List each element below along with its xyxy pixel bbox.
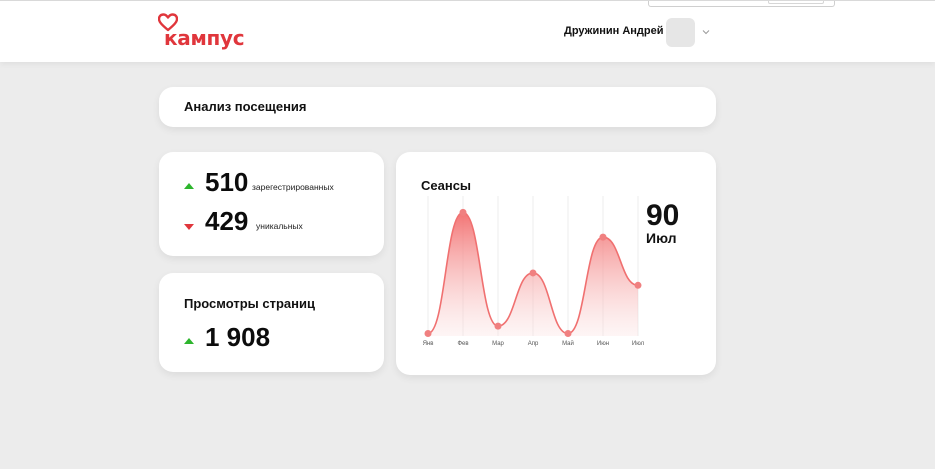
data-point-Май[interactable] [564, 330, 572, 338]
page-views-title: Просмотры страниц [184, 296, 315, 311]
page-views-card: Просмотры страниц 1 908 [159, 273, 384, 372]
data-point-Мар[interactable] [494, 322, 502, 330]
data-point-Фев[interactable] [459, 208, 467, 216]
top-dropdown-panel [648, 1, 835, 7]
data-point-Июл[interactable] [634, 281, 642, 289]
sessions-chart-card: Сеансы Янв Фев Мар Апр Май Июн Июл 90 Июл [396, 152, 716, 375]
data-point-Июн[interactable] [599, 233, 607, 241]
data-point-Апр[interactable] [529, 269, 537, 277]
registered-value: 510 [205, 167, 249, 197]
x-tick-label: Апр [528, 341, 539, 347]
logo[interactable]: кампус [158, 13, 248, 49]
data-point-Янв[interactable] [424, 330, 432, 338]
unique-label: уникальных [256, 221, 303, 231]
logo-text: кампус [164, 26, 245, 50]
x-tick-label: Фев [457, 341, 468, 347]
x-tick-label: Янв [423, 341, 434, 347]
trend-down-icon [184, 224, 194, 230]
trend-up-icon [184, 338, 194, 344]
page-views-value: 1 908 [205, 322, 271, 352]
registered-label: зарегестрированных [252, 182, 334, 192]
page-title: Анализ посещения [184, 99, 307, 114]
trend-up-icon [184, 183, 194, 189]
sessions-chart: Янв Фев Мар Апр Май Июн Июл [423, 196, 645, 347]
x-tick-label: Июл [632, 341, 645, 347]
user-name[interactable]: Дружинин Андрей [564, 25, 664, 37]
x-tick-label: Май [562, 340, 574, 347]
x-tick-label: Июн [597, 341, 609, 347]
visitors-stats-card: 510 зарегестрированных 429 уникальных [159, 152, 384, 256]
page-title-card: Анализ посещения [159, 87, 716, 127]
unique-value: 429 [205, 206, 249, 236]
x-tick-label: Мар [492, 341, 504, 347]
avatar[interactable] [666, 18, 695, 47]
chevron-down-icon[interactable] [701, 27, 711, 37]
sessions-current-month: Июл [646, 230, 677, 246]
app-header: кампус Дружинин Андрей [0, 0, 935, 62]
sessions-current-value: 90 [646, 199, 680, 232]
